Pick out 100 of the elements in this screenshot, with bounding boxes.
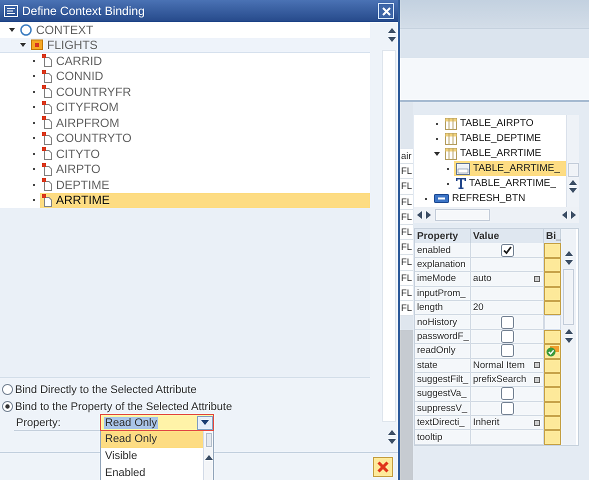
expand-icon[interactable]: [9, 28, 15, 32]
table-cell: suppressV_: [415, 402, 471, 416]
scroll-up-icon[interactable]: [204, 455, 212, 460]
radio-button[interactable]: [2, 401, 13, 412]
table-cell: FL: [400, 194, 413, 210]
tree-item[interactable]: TABLE_ARRTIME_: [454, 161, 566, 176]
tree-item[interactable]: TABLE_ARRTIME: [443, 146, 566, 161]
scroll-up-icon[interactable]: [388, 28, 396, 33]
table-cell: FL: [400, 286, 413, 301]
scroll-thumb-icon[interactable]: [568, 163, 578, 177]
radio-label: Bind to the Property of the Selected Attribute: [15, 400, 232, 412]
binding-cell[interactable]: [544, 258, 561, 272]
checkbox[interactable]: [500, 387, 514, 400]
binding-cell[interactable]: [544, 430, 561, 445]
cell-value: prefixSearch: [473, 373, 526, 386]
circle-icon: [20, 24, 32, 36]
scroll-up-icon[interactable]: [564, 251, 572, 256]
table-cell: inputProm_: [415, 286, 471, 301]
dropdown-option[interactable]: Enabled: [101, 465, 203, 480]
tree-item[interactable]: TABLE_ARRTIME_: [454, 176, 566, 191]
scroll-thumb-icon: [206, 433, 212, 447]
table-cell: noHistory: [415, 315, 471, 330]
binding-cell[interactable]: [544, 243, 561, 258]
scroll-right-icon[interactable]: [571, 211, 576, 219]
bound-check-icon: [546, 346, 559, 357]
folder-icon: [31, 39, 43, 50]
window-title: Define Context Binding: [22, 4, 146, 18]
expand-icon[interactable]: [434, 152, 440, 156]
binding-cell[interactable]: [544, 358, 561, 373]
scroll-left-icon[interactable]: [417, 211, 422, 219]
binding-cell[interactable]: [544, 330, 561, 344]
table-cell: imeMode: [415, 272, 471, 287]
scroll-down-icon[interactable]: [388, 439, 396, 444]
table-cell: FL: [400, 300, 413, 316]
scroll-thumb-icon[interactable]: [563, 269, 574, 325]
table-cell: readOnly: [415, 344, 471, 359]
table-cell: FL: [400, 179, 413, 195]
checkbox[interactable]: [500, 344, 514, 358]
tree-item[interactable]: TABLE_AIRPTO: [443, 116, 566, 131]
table-cell: FL: [400, 255, 413, 270]
table-cell: textDirecti_: [415, 416, 471, 430]
cancel-button[interactable]: [373, 456, 393, 476]
dropdown-field[interactable]: Read Only: [100, 414, 214, 431]
binding-cell[interactable]: [544, 272, 561, 287]
table-cell: state: [415, 358, 471, 373]
binding-cell[interactable]: [544, 387, 561, 402]
tree-item[interactable]: ARRTIME: [40, 192, 370, 208]
expand-icon[interactable]: [20, 42, 26, 47]
scroll-up-icon[interactable]: [388, 430, 396, 435]
dropdown-icon: [201, 420, 209, 425]
scroll-down-icon[interactable]: [388, 37, 396, 42]
window-icon: [4, 5, 18, 17]
binding-cell[interactable]: [544, 402, 561, 416]
tree-item[interactable]: TABLE_DEPTIME: [443, 131, 566, 146]
cell-value: Inherit: [473, 416, 500, 430]
scroll-down-icon[interactable]: [569, 188, 577, 193]
button-icon: [434, 194, 449, 203]
scroll-thumb-icon[interactable]: [435, 209, 490, 221]
dropdown-option[interactable]: Visible: [101, 448, 203, 465]
radio-label: Bind Directly to the Selected Attribute: [15, 384, 197, 396]
binding-cell[interactable]: [544, 300, 561, 316]
table-cell: FL: [400, 270, 413, 286]
binding-cell[interactable]: [544, 286, 561, 301]
scroll-track[interactable]: [382, 50, 396, 422]
cancel-icon: [377, 460, 389, 472]
cell-value: Normal Item: [473, 358, 525, 372]
dropdown-icon[interactable]: [534, 362, 540, 368]
table-cell: FL: [400, 224, 413, 240]
table-cell: 20: [471, 300, 544, 316]
checkbox[interactable]: [500, 316, 514, 329]
binding-cell[interactable]: [544, 315, 561, 330]
scroll-up-icon[interactable]: [569, 180, 577, 185]
table-cell: length: [415, 300, 471, 316]
scroll-left-icon[interactable]: [562, 211, 567, 219]
close-button[interactable]: [378, 3, 394, 19]
table-cell: FL: [400, 164, 413, 180]
dropdown-option[interactable]: Read Only: [101, 431, 203, 448]
scroll-down-icon[interactable]: [564, 260, 572, 265]
table-cell: passwordF_: [415, 330, 471, 344]
scroll-right-icon[interactable]: [426, 211, 431, 219]
checkbox[interactable]: [500, 330, 514, 343]
checkbox[interactable]: [500, 244, 514, 257]
table-cell: suggestFilt_: [415, 372, 471, 388]
close-icon: [382, 6, 390, 16]
binding-cell[interactable]: [544, 372, 561, 388]
checkbox[interactable]: [500, 402, 514, 415]
table-cell: suggestVa_: [415, 387, 471, 402]
binding-cell[interactable]: [544, 416, 561, 430]
dropdown-icon[interactable]: [534, 276, 540, 282]
scroll-down-icon[interactable]: [564, 338, 572, 343]
table-cell: air: [400, 149, 413, 164]
tree-item[interactable]: REFRESH_BTN: [432, 191, 566, 206]
table-cell: FL: [400, 240, 413, 256]
scroll-up-icon[interactable]: [564, 329, 572, 334]
text-icon: [456, 178, 466, 189]
binding-cell[interactable]: [544, 344, 561, 359]
dropdown-icon[interactable]: [534, 376, 540, 383]
dropdown-icon[interactable]: [534, 420, 540, 426]
radio-button[interactable]: [2, 384, 13, 395]
table-cell: FL: [400, 210, 413, 225]
